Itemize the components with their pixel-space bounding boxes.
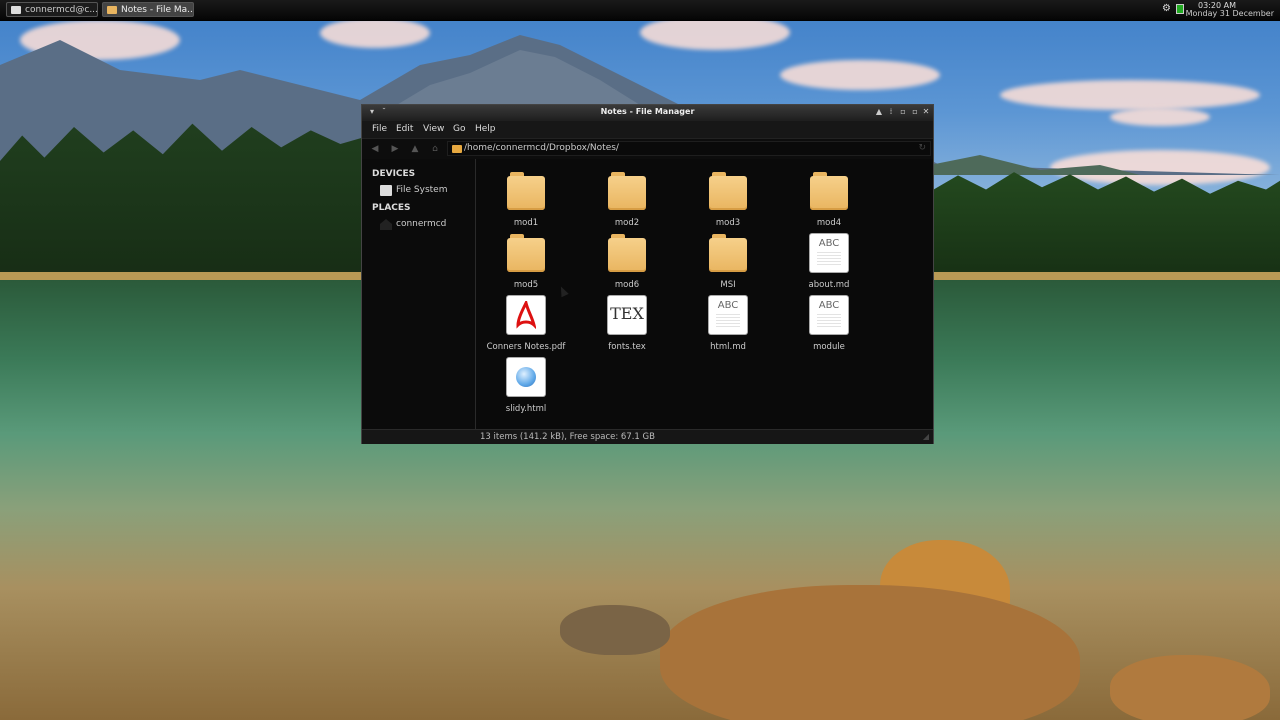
file-name: module (813, 342, 845, 352)
sidebar-item-label: connermcd (396, 219, 447, 229)
file-name: MSI (720, 280, 736, 290)
folder-icon (507, 234, 545, 272)
tex-file-icon: TEX (608, 296, 646, 334)
resize-grip-icon[interactable]: ◢ (923, 432, 929, 441)
text-file-icon: ABC (810, 234, 848, 272)
file-name: html.md (710, 342, 746, 352)
pdf-file-icon (507, 296, 545, 334)
window-title: Notes - File Manager (600, 107, 695, 116)
folder-icon (608, 234, 646, 272)
battery-icon[interactable] (1176, 4, 1184, 14)
clock-date[interactable]: Monday 31 December (1186, 9, 1274, 18)
file-item[interactable]: mod1 (476, 172, 576, 232)
file-name: fonts.tex (608, 342, 646, 352)
close-icon[interactable]: ✕ (922, 108, 930, 116)
file-item[interactable]: mod2 (577, 172, 677, 232)
taskbar-task-file-manager[interactable]: Notes - File Ma... (102, 2, 194, 17)
taskbar-task-label: connermcd@c... (25, 5, 98, 15)
drive-icon (380, 185, 392, 196)
file-item[interactable]: ABC module (779, 296, 879, 356)
status-text: 13 items (141.2 kB), Free space: 67.1 GB (480, 432, 655, 442)
minimize-icon[interactable]: ▫ (899, 108, 907, 116)
file-item[interactable]: Conners Notes.pdf (476, 296, 576, 356)
top-panel: connermcd@c... Notes - File Ma... ⚙ 03:2… (0, 0, 1280, 21)
file-name: mod2 (614, 218, 640, 228)
pin-icon[interactable]: ▲ (875, 108, 883, 116)
location-bar[interactable]: /home/connermcd/Dropbox/Notes/ ↻ (447, 141, 931, 156)
menu-file[interactable]: File (372, 124, 387, 134)
folder-icon (107, 6, 117, 14)
back-icon[interactable]: ◀ (370, 144, 380, 154)
html-file-icon (507, 358, 545, 396)
sidebar: DEVICES File System PLACES connermcd (362, 159, 476, 436)
menu-bar: File Edit View Go Help (362, 121, 933, 138)
menu-help[interactable]: Help (475, 124, 496, 134)
file-name: about.md (808, 280, 850, 290)
file-item[interactable]: mod6 (577, 234, 677, 294)
forward-icon[interactable]: ▶ (390, 144, 400, 154)
folder-icon (709, 234, 747, 272)
maximize-icon[interactable]: ▫ (911, 108, 919, 116)
up-icon[interactable]: ▲ (410, 144, 420, 154)
file-view: mod1 mod2 mod3 mod4 mod5 mod6 MSI ABC ab… (476, 159, 933, 436)
file-name: mod4 (816, 218, 842, 228)
folder-icon (507, 172, 545, 210)
sidebar-item-label: File System (396, 185, 448, 195)
terminal-icon (11, 6, 21, 14)
menu-edit[interactable]: Edit (396, 124, 413, 134)
file-item[interactable]: TEX fonts.tex (577, 296, 677, 356)
file-name: Conners Notes.pdf (486, 342, 566, 352)
file-item[interactable]: mod4 (779, 172, 879, 232)
file-manager-window: ▾ ˘ Notes - File Manager ▲ ⁞ ▫ ▫ ✕ File … (361, 104, 934, 444)
toolbar: ◀ ▶ ▲ ⌂ /home/connermcd/Dropbox/Notes/ ↻ (362, 138, 933, 160)
file-item[interactable]: mod3 (678, 172, 778, 232)
wallpaper-rock (1110, 655, 1270, 720)
file-name: mod3 (715, 218, 741, 228)
grid-icon[interactable]: ⁞ (887, 108, 895, 116)
sidebar-heading-places: PLACES (372, 203, 411, 213)
folder-icon (709, 172, 747, 210)
file-item[interactable]: slidy.html (476, 358, 576, 418)
gear-icon[interactable]: ⚙ (1162, 3, 1172, 15)
taskbar-task-terminal[interactable]: connermcd@c... (6, 2, 98, 17)
folder-icon (810, 172, 848, 210)
text-file-icon: ABC (709, 296, 747, 334)
file-name: slidy.html (505, 404, 547, 414)
file-item[interactable]: MSI (678, 234, 778, 294)
location-path: /home/connermcd/Dropbox/Notes/ (464, 143, 619, 153)
file-item[interactable]: ABC html.md (678, 296, 778, 356)
reload-icon[interactable]: ↻ (918, 143, 926, 153)
folder-icon (452, 145, 462, 153)
text-file-icon: ABC (810, 296, 848, 334)
file-name: mod6 (614, 280, 640, 290)
file-item[interactable]: ABC about.md (779, 234, 879, 294)
file-name: mod1 (513, 218, 539, 228)
menu-go[interactable]: Go (453, 124, 465, 134)
home-icon (380, 219, 392, 230)
sidebar-heading-devices: DEVICES (372, 169, 416, 179)
window-titlebar[interactable]: ▾ ˘ Notes - File Manager ▲ ⁞ ▫ ▫ ✕ (362, 105, 933, 121)
menu-view[interactable]: View (423, 124, 444, 134)
taskbar-task-label: Notes - File Ma... (121, 5, 194, 15)
wallpaper-rock (560, 605, 670, 655)
folder-icon (608, 172, 646, 210)
globe-icon (516, 367, 536, 387)
status-bar: 13 items (141.2 kB), Free space: 67.1 GB… (362, 429, 933, 444)
home-icon[interactable]: ⌂ (430, 144, 440, 154)
